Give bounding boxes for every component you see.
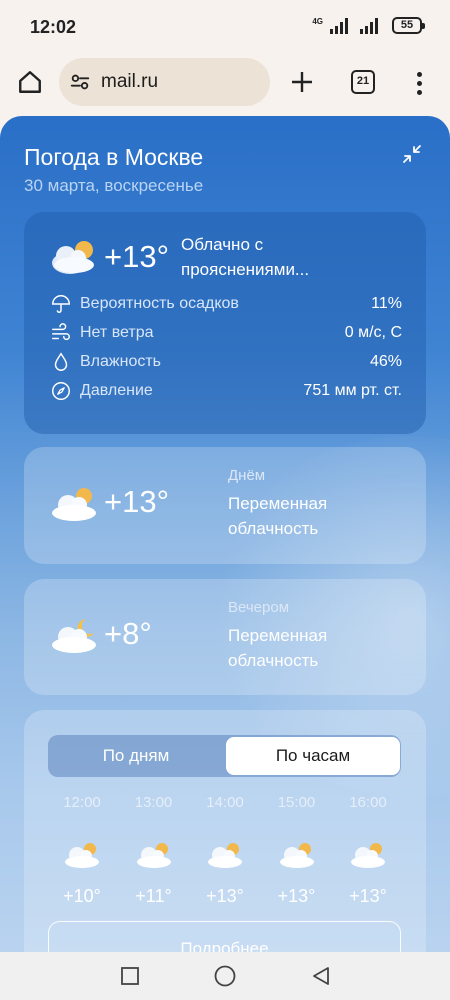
current-weather-card[interactable]: +13° Облачно с прояснениями... Вероятнос… (24, 212, 426, 434)
detail-wind: Нет ветра 0 м/с, С (50, 321, 402, 345)
detail-value: 751 мм рт. ст. (303, 382, 402, 399)
detail-label: Нет ветра (80, 324, 154, 341)
status-time: 12:02 (30, 17, 77, 37)
detail-label: Влажность (80, 353, 162, 370)
detail-pressure: Давление 751 мм рт. ст. (50, 379, 402, 403)
hour-time: 13:00 (134, 794, 173, 811)
hour-item: 12:00 +10° (47, 794, 117, 907)
evening-condition: Переменная облачность (228, 626, 328, 670)
collapse-button[interactable] (400, 142, 424, 166)
hour-temp: +13° (349, 886, 387, 906)
cloudy-sun-icon (65, 843, 99, 868)
detail-value: 0 м/с, С (344, 324, 402, 341)
circle-icon (214, 965, 236, 987)
back-triangle-icon (313, 967, 329, 985)
day-condition: Переменная облачность (228, 494, 328, 538)
cloudy-moon-icon (52, 619, 96, 653)
browser-toolbar: mail.ru 21 (0, 54, 450, 116)
current-condition: Облачно с прояснениями... (181, 235, 310, 279)
day-temp: +13° (104, 484, 169, 519)
back-button[interactable] (309, 964, 333, 988)
hour-temp: +11° (135, 886, 172, 906)
hour-temp: +10° (63, 886, 101, 906)
evening-forecast-card[interactable]: +8° Вечером Переменная облачность (24, 579, 426, 695)
status-bar: 12:02 4G 55 (0, 0, 450, 54)
hour-temp: +13° (277, 886, 316, 906)
evening-label: Вечером (228, 599, 290, 616)
url-bar[interactable]: mail.ru (59, 58, 270, 106)
weather-title: Погода в Москве (24, 144, 204, 170)
weather-widget: Погода в Москве 30 марта, воскресенье +1… (0, 116, 450, 952)
square-icon (121, 967, 139, 985)
hour-item: 14:00 +13° (190, 794, 260, 907)
detail-value: 11% (371, 295, 402, 312)
detail-precipitation: Вероятность осадков 11% (50, 292, 402, 316)
cloudy-sun-icon (52, 241, 94, 274)
evening-temp: +8° (104, 616, 152, 651)
status-indicators: 4G 55 (312, 17, 425, 34)
forecast-card: По дням По часам 12:00 +10° 13:00 +11° 1… (24, 710, 426, 952)
home-nav-button[interactable] (213, 964, 237, 988)
detail-label: Давление (80, 382, 153, 399)
wind-icon (52, 323, 70, 341)
detail-humidity: Влажность 46% (50, 350, 402, 374)
hour-item: 16:00 +13° (333, 794, 403, 907)
collapse-icon (403, 145, 421, 163)
pressure-icon (52, 382, 70, 400)
hour-time: 14:00 (206, 794, 244, 811)
battery-icon: 55 (392, 17, 425, 34)
forecast-toggle: По дням По часам (48, 735, 401, 777)
more-details-button[interactable]: Подробнее (48, 921, 401, 952)
hourly-forecast: 12:00 +10° 13:00 +11° 14:00 +13° 15:00 +… (47, 794, 403, 907)
tab-by-hours[interactable]: По часам (226, 737, 400, 775)
signal-icon (330, 17, 348, 34)
system-nav-bar (0, 952, 450, 1000)
hour-item: 13:00 +11° (119, 794, 189, 907)
detail-value: 46% (369, 353, 402, 370)
day-label: Днём (228, 467, 266, 484)
signal-icon-2 (360, 17, 378, 34)
hour-time: 12:00 (63, 794, 101, 811)
hour-item: 15:00 +13° (262, 794, 332, 907)
recents-button[interactable] (118, 964, 142, 988)
cloudy-sun-icon (279, 843, 314, 868)
day-forecast-card[interactable]: +13° Днём Переменная облачность (24, 447, 426, 564)
hour-temp: +13° (206, 886, 244, 906)
umbrella-icon (52, 295, 70, 313)
new-tab-button[interactable] (284, 64, 320, 100)
tabs-button[interactable]: 21 (351, 70, 375, 94)
detail-label: Вероятность осадков (80, 295, 239, 312)
cloudy-sun-icon (52, 488, 96, 521)
home-button[interactable] (12, 64, 48, 100)
more-vert-icon[interactable] (404, 68, 434, 98)
cloudy-sun-icon (208, 843, 242, 868)
humidity-icon (54, 352, 68, 371)
tab-by-days[interactable]: По дням (48, 735, 224, 777)
network-type: 4G (312, 17, 323, 26)
plus-icon (292, 72, 312, 92)
current-temp: +13° (104, 239, 169, 274)
site-settings-icon[interactable] (69, 71, 91, 93)
hour-time: 16:00 (349, 794, 387, 811)
weather-date: 30 марта, воскресенье (24, 176, 204, 195)
hour-time: 15:00 (277, 794, 316, 811)
cloudy-sun-icon (351, 843, 385, 868)
cloudy-sun-icon (136, 843, 171, 868)
home-icon (19, 71, 41, 93)
url-text: mail.ru (101, 71, 159, 92)
